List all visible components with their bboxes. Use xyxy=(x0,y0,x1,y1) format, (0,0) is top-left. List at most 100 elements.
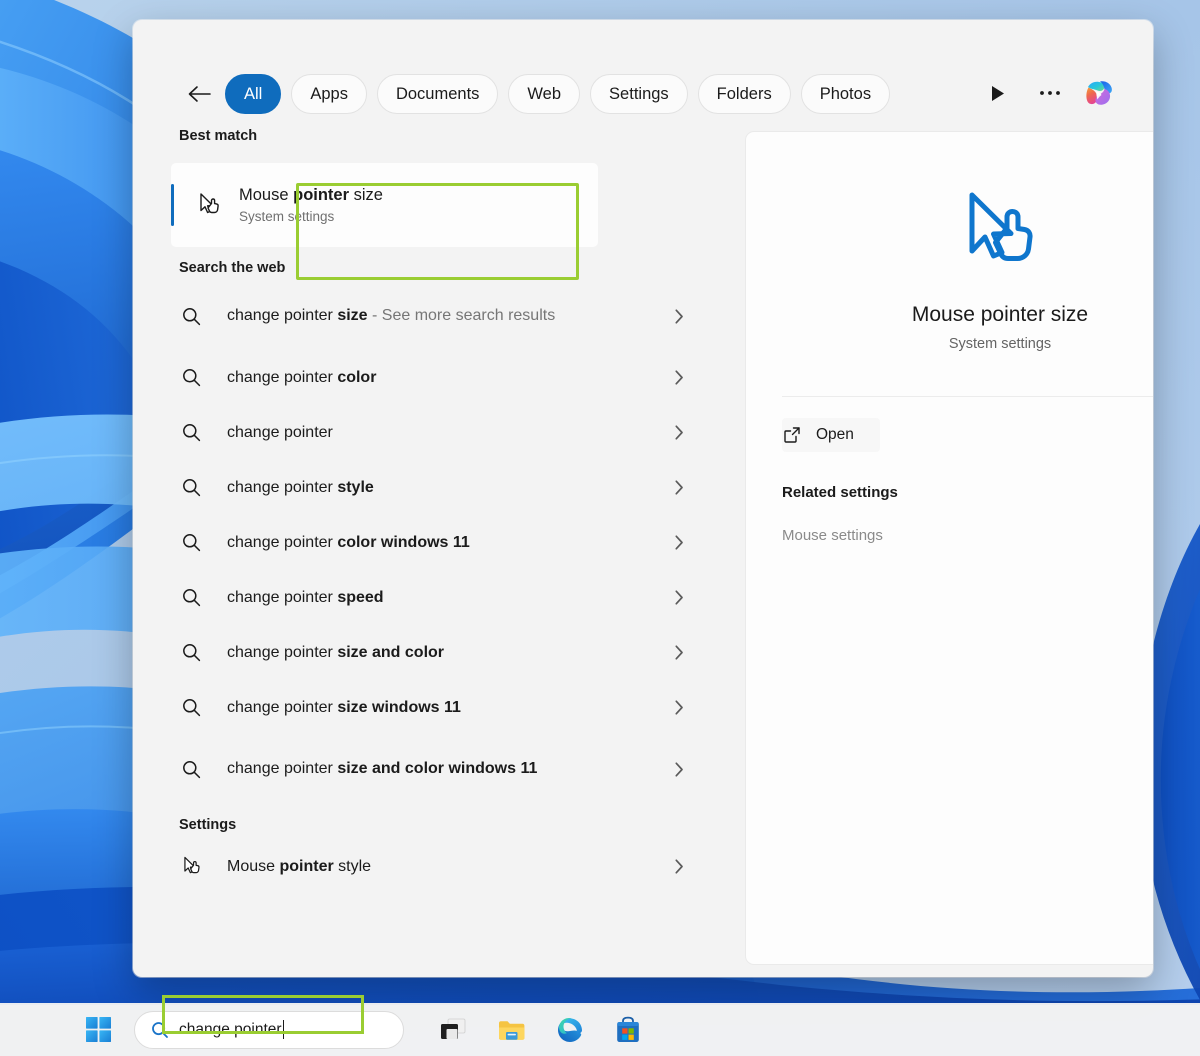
settings-results-list: Mouse pointer style xyxy=(133,839,733,894)
open-button[interactable]: Open xyxy=(782,418,880,452)
mouse-pointer-icon xyxy=(179,855,203,879)
preview-subtitle: System settings xyxy=(949,336,1051,352)
web-result-label: change pointer size windows 11 xyxy=(227,695,671,721)
search-icon xyxy=(179,366,203,390)
web-result-label: change pointer style xyxy=(227,475,671,501)
search-icon xyxy=(179,421,203,445)
filter-pill-folders[interactable]: Folders xyxy=(698,74,791,114)
search-icon xyxy=(179,476,203,500)
search-flyout-window: All Apps Documents Web Settings Folders xyxy=(133,20,1153,977)
web-result-label: change pointer speed xyxy=(227,585,671,611)
chevron-right-icon xyxy=(671,425,687,441)
filter-pill-label: Apps xyxy=(310,85,348,104)
selection-indicator xyxy=(171,184,174,226)
mouse-pointer-icon xyxy=(191,187,227,223)
web-result-label: change pointer size - See more search re… xyxy=(227,303,671,329)
filter-pill-settings[interactable]: Settings xyxy=(590,74,688,114)
best-match-item[interactable]: Mouse pointer size System settings xyxy=(171,163,598,247)
copilot-icon[interactable] xyxy=(1083,76,1117,110)
web-results-list: change pointer size - See more search re… xyxy=(133,282,733,803)
chevron-right-icon xyxy=(671,480,687,496)
open-external-icon xyxy=(782,425,802,445)
web-result-item[interactable]: change pointer size and color windows 11 xyxy=(133,735,733,803)
filter-pill-web[interactable]: Web xyxy=(508,74,580,114)
filter-pill-label: Photos xyxy=(820,85,871,104)
web-result-item[interactable]: change pointer style xyxy=(133,460,733,515)
web-result-label: change pointer xyxy=(227,420,671,446)
best-match-section-label: Best match xyxy=(133,128,733,144)
title-part-bold: pointer xyxy=(293,186,349,204)
settings-result-item[interactable]: Mouse pointer style xyxy=(133,839,733,894)
chevron-right-icon xyxy=(671,308,687,324)
best-match-title: Mouse pointer size xyxy=(239,186,383,206)
results-pane: Best match Mouse pointer size S xyxy=(133,128,733,977)
settings-section-label: Settings xyxy=(133,817,733,833)
filter-pill-apps[interactable]: Apps xyxy=(291,74,367,114)
best-match-subtitle: System settings xyxy=(239,209,383,224)
best-match-wrapper: Mouse pointer size System settings xyxy=(133,150,733,260)
title-part-2: size xyxy=(349,186,383,204)
text-caret xyxy=(283,1020,285,1039)
web-result-item[interactable]: change pointer size and color xyxy=(133,625,733,680)
header-tools xyxy=(979,74,1117,112)
filter-pill-all[interactable]: All xyxy=(225,74,281,114)
taskbar: change pointer xyxy=(0,1003,1200,1056)
filter-pill-label: Settings xyxy=(609,85,669,104)
related-setting-mouse-settings[interactable]: Mouse settings xyxy=(782,527,1153,544)
web-result-label: change pointer size and color xyxy=(227,640,671,666)
filter-pill-documents[interactable]: Documents xyxy=(377,74,498,114)
chevron-right-icon xyxy=(671,370,687,386)
preview-pane: Mouse pointer size System settings Open … xyxy=(746,132,1153,964)
play-icon[interactable] xyxy=(979,74,1017,112)
preview-title: Mouse pointer size xyxy=(912,303,1088,327)
web-result-label: change pointer color windows 11 xyxy=(227,530,671,556)
flyout-header: All Apps Documents Web Settings Folders xyxy=(133,20,1153,128)
web-section-label: Search the web xyxy=(133,260,733,276)
taskbar-app-buttons xyxy=(432,1008,650,1052)
chevron-right-icon xyxy=(671,645,687,661)
microsoft-store-icon[interactable] xyxy=(606,1008,650,1052)
search-icon xyxy=(179,641,203,665)
search-icon xyxy=(179,531,203,555)
settings-result-label: Mouse pointer style xyxy=(227,854,671,880)
filter-pill-label: All xyxy=(244,85,262,104)
windows-logo-icon[interactable] xyxy=(78,1009,120,1051)
web-result-item[interactable]: change pointer xyxy=(133,405,733,460)
web-result-item[interactable]: change pointer color windows 11 xyxy=(133,515,733,570)
best-match-text: Mouse pointer size System settings xyxy=(239,186,383,224)
chevron-right-icon xyxy=(671,535,687,551)
ellipsis-icon[interactable] xyxy=(1031,74,1069,112)
chevron-right-icon xyxy=(671,859,687,875)
desktop: All Apps Documents Web Settings Folders xyxy=(0,0,1200,1056)
open-label: Open xyxy=(816,426,854,444)
related-settings-heading: Related settings xyxy=(782,484,1153,501)
edge-icon[interactable] xyxy=(548,1008,592,1052)
search-input[interactable]: change pointer xyxy=(134,1011,404,1049)
task-view-icon[interactable] xyxy=(432,1008,476,1052)
mouse-pointer-large-icon xyxy=(952,185,1048,281)
web-result-item[interactable]: change pointer speed xyxy=(133,570,733,625)
web-result-item[interactable]: change pointer color xyxy=(133,350,733,405)
chevron-right-icon xyxy=(671,590,687,606)
filter-pill-photos[interactable]: Photos xyxy=(801,74,890,114)
filter-pill-label: Folders xyxy=(717,85,772,104)
chevron-right-icon xyxy=(671,761,687,777)
search-icon xyxy=(179,586,203,610)
filter-pill-label: Documents xyxy=(396,85,479,104)
preview-hero: Mouse pointer size System settings xyxy=(746,132,1153,352)
filter-pill-label: Web xyxy=(527,85,561,104)
web-result-label: change pointer color xyxy=(227,365,671,391)
web-result-item[interactable]: change pointer size - See more search re… xyxy=(133,282,733,350)
chevron-right-icon xyxy=(671,700,687,716)
search-icon xyxy=(179,757,203,781)
web-result-item[interactable]: change pointer size windows 11 xyxy=(133,680,733,735)
back-arrow-icon[interactable] xyxy=(183,78,215,110)
search-icon xyxy=(179,696,203,720)
file-explorer-icon[interactable] xyxy=(490,1008,534,1052)
search-colored-icon xyxy=(151,1021,169,1039)
preview-divider xyxy=(782,396,1153,397)
search-input-value: change pointer xyxy=(179,1021,282,1039)
search-icon xyxy=(179,304,203,328)
filter-pill-group: All Apps Documents Web Settings Folders xyxy=(225,74,890,114)
web-result-label: change pointer size and color windows 11 xyxy=(227,756,671,782)
